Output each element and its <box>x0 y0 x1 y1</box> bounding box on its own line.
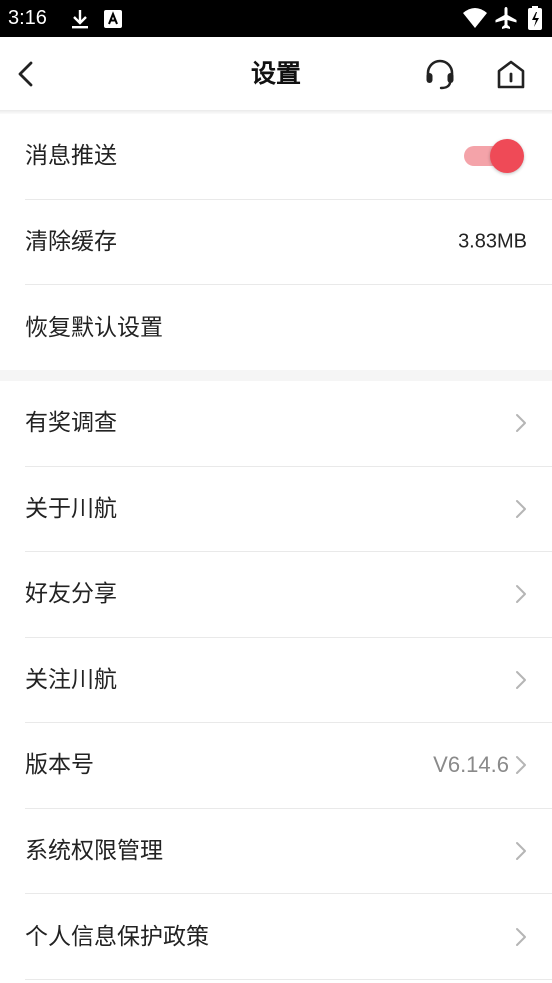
push-toggle[interactable] <box>462 138 524 174</box>
version-value: V6.14.6 <box>433 752 509 778</box>
chevron-right-icon <box>514 498 528 520</box>
page-title: 设置 <box>250 59 301 88</box>
battery-icon <box>528 6 542 34</box>
setting-row-push[interactable]: 消息推送 <box>25 114 552 200</box>
setting-row-follow[interactable]: 关注川航 <box>25 638 552 723</box>
setting-row-clear-cache[interactable]: 清除缓存 3.83MB <box>25 200 552 285</box>
toggle-knob <box>490 139 524 174</box>
setting-row-survey[interactable]: 有奖调查 <box>25 381 552 467</box>
settings-group-about: 有奖调查 关于川航 好友分享 关注川航 版本号 V6.14.6 系统权限管理 个… <box>0 381 552 980</box>
setting-label: 版本号 <box>25 752 94 779</box>
nav-bar: 设置 <box>0 37 552 111</box>
headset-icon[interactable] <box>423 57 457 91</box>
setting-row-privacy-policy[interactable]: 个人信息保护政策 <box>25 894 552 980</box>
setting-label: 关于川航 <box>25 495 117 522</box>
download-icon <box>70 8 90 34</box>
setting-label: 有奖调查 <box>25 410 117 437</box>
chevron-right-icon <box>514 754 528 776</box>
setting-label: 清除缓存 <box>25 228 117 255</box>
status-time: 3:16 <box>8 7 47 29</box>
setting-row-share[interactable]: 好友分享 <box>25 552 552 638</box>
chevron-right-icon <box>514 926 528 948</box>
chevron-right-icon <box>514 412 528 434</box>
setting-row-version[interactable]: 版本号 V6.14.6 <box>25 723 552 809</box>
airplane-icon <box>494 6 518 34</box>
wifi-icon <box>462 7 488 33</box>
setting-label: 恢复默认设置 <box>25 314 163 341</box>
setting-label: 好友分享 <box>25 581 117 608</box>
setting-label: 个人信息保护政策 <box>25 923 209 950</box>
chevron-right-icon <box>514 840 528 862</box>
settings-group-general: 消息推送 清除缓存 3.83MB 恢复默认设置 <box>0 114 552 371</box>
home-icon[interactable] <box>494 57 528 91</box>
setting-label: 消息推送 <box>25 143 117 170</box>
setting-row-permissions[interactable]: 系统权限管理 <box>25 809 552 894</box>
chevron-right-icon <box>514 583 528 605</box>
a-notification-icon <box>104 10 122 32</box>
setting-label: 关注川航 <box>25 666 117 693</box>
setting-row-about[interactable]: 关于川航 <box>25 467 552 552</box>
list-bottom-divider <box>25 979 552 980</box>
setting-label: 系统权限管理 <box>25 837 163 864</box>
status-bar: 3:16 <box>0 0 552 37</box>
setting-row-restore-default[interactable]: 恢复默认设置 <box>25 285 552 371</box>
section-divider <box>0 370 552 381</box>
cache-size-value: 3.83MB <box>458 230 527 253</box>
chevron-right-icon <box>514 669 528 691</box>
